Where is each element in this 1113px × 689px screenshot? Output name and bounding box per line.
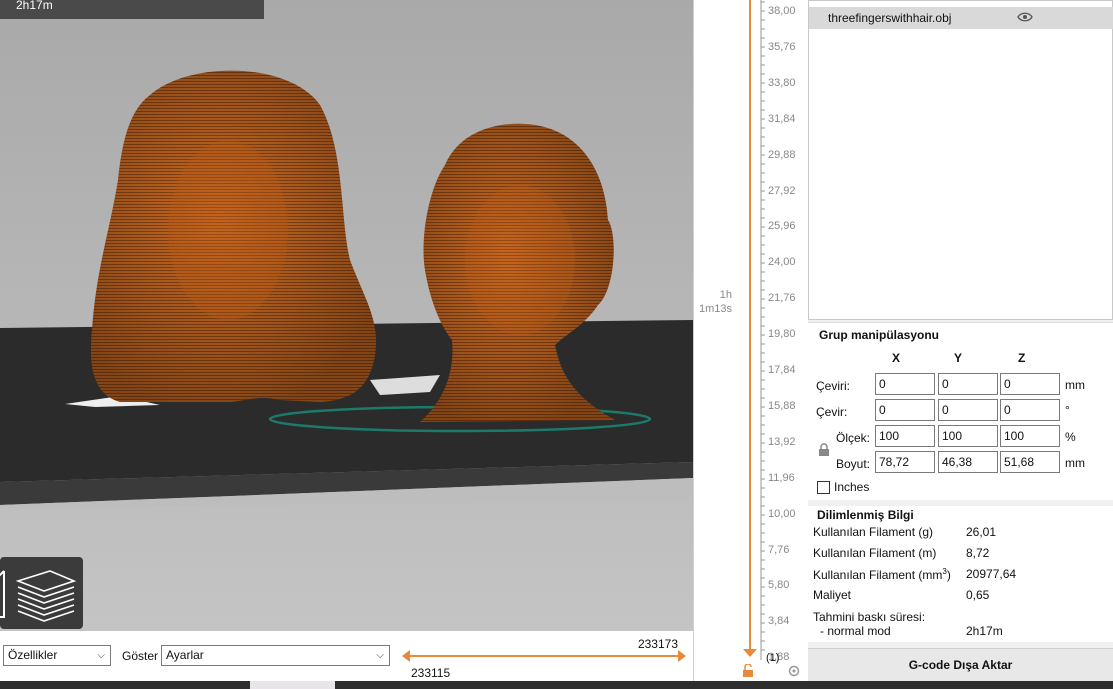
layer-height-tick: 38,00 — [768, 5, 796, 17]
object-list[interactable]: threefingerswithhair.obj — [808, 0, 1113, 320]
normal-mode-label: - normal mod — [820, 624, 891, 638]
group-manipulation-title: Grup manipülasyonu — [819, 328, 940, 342]
layer-height-tick: 27,92 — [768, 184, 796, 197]
feature-type-select[interactable]: Özellikler ⌵ — [3, 645, 111, 666]
inches-label: Inches — [834, 480, 870, 494]
layer-slider-thumb — [743, 649, 757, 657]
filament-mm3-value: 20977,64 — [966, 567, 1017, 581]
layer-index: (1) — [766, 652, 780, 664]
horizontal-move-slider[interactable]: 233173 233115 — [400, 637, 692, 680]
view-3d-icon[interactable] — [0, 561, 12, 625]
preview-bottom-bar: Özellikler ⌵ Göster Ayarlar ⌵ 233173 233… — [0, 631, 693, 681]
hslider-left-thumb — [402, 650, 410, 662]
rotate-label: Çevir: — [816, 405, 848, 419]
filament-g-label: Kullanılan Filament (g) — [813, 525, 934, 539]
filament-mm3-label-text: Kullanılan Filament (mm — [813, 568, 943, 582]
scale-label: Ölçek: — [836, 431, 871, 445]
translate-unit: mm — [1065, 378, 1085, 392]
col-x: X — [892, 351, 901, 365]
cost-label: Maliyet — [813, 588, 852, 602]
layer-height-tick: 35,76 — [768, 40, 796, 53]
filament-g-value: 26,01 — [966, 525, 997, 539]
view-toolbar — [0, 557, 83, 629]
layer-height-tick: 13,92 — [768, 435, 796, 448]
rotate-unit: ° — [1065, 403, 1070, 417]
translate-z-field[interactable]: 0 — [1000, 373, 1060, 395]
scene-render — [0, 0, 693, 631]
sliced-info-panel: Dilimlenmiş Bilgi Kullanılan Filament (g… — [808, 506, 1113, 642]
cost-value: 0,65 — [966, 588, 990, 602]
scale-x-field[interactable]: 100 — [875, 425, 935, 447]
settings-gear-icon[interactable] — [787, 664, 801, 681]
object-list-item[interactable]: threefingerswithhair.obj — [809, 7, 1113, 29]
layer-height-tick: 31,84 — [768, 112, 796, 125]
export-gcode-button[interactable]: G-code Dışa Aktar — [808, 648, 1113, 681]
taskbar — [0, 681, 1113, 689]
show-select[interactable]: Ayarlar ⌵ — [161, 645, 390, 666]
scale-z-field[interactable]: 100 — [1000, 425, 1060, 447]
print-time-badge: 2h17m — [0, 0, 264, 19]
sliced-info-title: Dilimlenmiş Bilgi — [817, 508, 914, 522]
inches-checkbox[interactable] — [817, 481, 830, 494]
size-unit: mm — [1065, 456, 1085, 470]
scale-unit: % — [1065, 430, 1076, 444]
lock-icon[interactable] — [818, 443, 830, 460]
filament-m-label: Kullanılan Filament (m) — [813, 546, 937, 560]
group-manipulation-panel: Grup manipülasyonu X Y Z Çeviri: 0 0 0 m… — [808, 322, 1113, 500]
hslider-min-value: 233115 — [411, 666, 451, 680]
normal-mode-time: 2h17m — [966, 624, 1003, 638]
lock-icon[interactable] — [741, 663, 755, 681]
layers-icon[interactable] — [14, 561, 78, 625]
est-time-label: Tahmini baskı süresi: — [813, 610, 926, 624]
show-label: Göster — [122, 649, 159, 663]
layer-height-tick: 25,96 — [768, 220, 796, 233]
right-sidebar: threefingerswithhair.obj Grup manipülasy… — [808, 0, 1113, 689]
translate-y-field[interactable]: 0 — [938, 373, 998, 395]
layer-time-estimate: 1h 1m13s — [696, 288, 732, 316]
size-x-field[interactable]: 78,72 — [875, 451, 935, 473]
time-minutes: 1m13s — [698, 303, 732, 315]
slicer-window: 2h17m Özellikler ⌵ Göster Ayarlar ⌵ 2331… — [0, 0, 1113, 689]
chevron-down-icon: ⌵ — [376, 650, 384, 661]
col-y: Y — [954, 351, 963, 365]
taskbar-thumbnail[interactable] — [250, 681, 335, 689]
layer-height-tick: 7,76 — [768, 543, 790, 556]
filament-mm3-close: ) — [946, 568, 951, 582]
layer-height-tick: 29,88 — [768, 148, 796, 161]
layer-height-tick: 11,96 — [768, 471, 795, 484]
rotate-y-field[interactable]: 0 — [938, 399, 998, 421]
feature-type-value: Özellikler — [8, 648, 58, 662]
layer-height-tick: 15,88 — [768, 399, 796, 412]
3d-viewport[interactable]: 2h17m — [0, 0, 693, 631]
filament-mm3-label: Kullanılan Filament (mm3) — [813, 567, 951, 582]
size-y-field[interactable]: 46,38 — [938, 451, 998, 473]
layer-height-tick: 33,80 — [768, 76, 796, 89]
show-select-value: Ayarlar — [166, 648, 204, 662]
translate-x-field[interactable]: 0 — [875, 373, 935, 395]
hslider-right-thumb — [678, 650, 686, 662]
scale-y-field[interactable]: 100 — [938, 425, 998, 447]
layer-height-tick: 17,84 — [768, 364, 796, 376]
layer-height-tick: 5,80 — [768, 579, 790, 592]
layer-slider[interactable]: 38,00 35,76 33,80 31,84 29,88 27,92 25,96 24,00… — [693, 0, 803, 689]
translate-label: Çeviri: — [816, 379, 851, 393]
size-label: Boyut: — [836, 457, 871, 471]
layer-height-tick: 10,00 — [768, 507, 796, 520]
eye-icon[interactable] — [1017, 11, 1033, 26]
layer-height-tick: 19,80 — [768, 328, 796, 341]
size-z-field[interactable]: 51,68 — [1000, 451, 1060, 473]
filament-m-value: 8,72 — [966, 546, 990, 560]
col-z: Z — [1018, 351, 1026, 365]
rotate-x-field[interactable]: 0 — [875, 399, 935, 421]
layer-slider-panel: 38,00 35,76 33,80 31,84 29,88 27,92 25,96 24,00… — [696, 0, 802, 689]
layer-height-tick: 24,00 — [768, 256, 796, 269]
layer-height-tick: 21,76 — [768, 292, 796, 305]
object-name: threefingerswithhair.obj — [828, 11, 952, 25]
time-hours: 1h — [719, 289, 732, 301]
layer-height-tick: 3,84 — [768, 615, 790, 628]
chevron-down-icon: ⌵ — [97, 650, 105, 661]
rotate-z-field[interactable]: 0 — [1000, 399, 1060, 421]
hslider-max-value: 233173 — [637, 637, 678, 651]
